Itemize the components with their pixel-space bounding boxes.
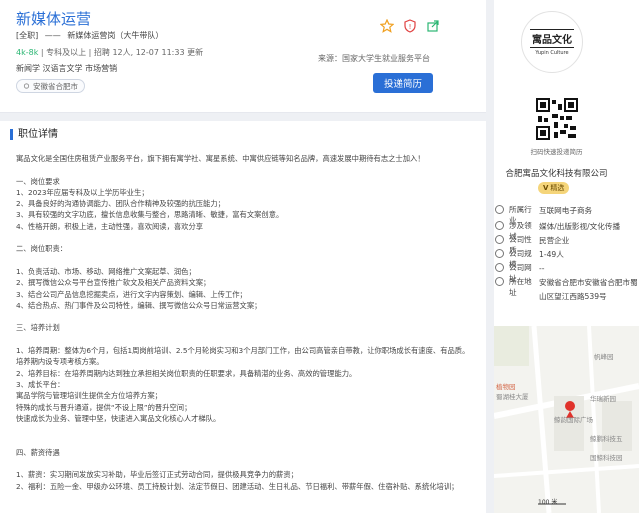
company-logo: 寓品文化 Yupin Culture	[521, 11, 583, 73]
map-label: 华瑞新园	[590, 395, 616, 403]
description-line: 4、结合热点、热门事件及公司特性，编辑、撰写微信公众号日常运营文案；	[16, 300, 262, 310]
logo-text-en: Yupin Culture	[535, 49, 569, 56]
job-source: 来源：国家大学生就业服务平台	[318, 54, 430, 63]
apply-button[interactable]: 投递简历	[373, 73, 433, 93]
description-line	[16, 232, 474, 243]
description-line	[16, 435, 474, 446]
description-line	[16, 458, 474, 469]
description-line: 1、培养周期：整体为6个月，包括1周岗前培训、2.5个月轮岗实习和3个月部门工作…	[16, 346, 470, 367]
description-line: 快速成长为业务、管理中坚，快速进入寓品文化核心人才梯队。	[16, 413, 221, 423]
address-icon	[494, 276, 505, 287]
industry-icon	[494, 204, 505, 215]
location-tag: 安徽省合肥市	[16, 79, 85, 93]
description-line: 寓品学院与管理培训生提供全方位培养方案；	[16, 391, 162, 401]
job-dept: 新媒体运营岗（大牛带队）	[67, 31, 164, 40]
report-icon[interactable]: !	[403, 18, 417, 33]
description-line: 4、性格开朗，积极上进，主动性强，喜欢阅读，喜欢分享	[16, 221, 204, 231]
description-line: 三、培养计划	[16, 323, 60, 333]
description-line: 3、成长平台：	[16, 379, 65, 389]
description-line	[16, 334, 474, 345]
qr-code-icon	[536, 98, 578, 140]
badge-text: 精选	[550, 184, 565, 192]
salary: 4k-8k	[16, 48, 39, 57]
map-label: 蜀湖桂大厦	[496, 393, 529, 401]
description-line: 寓品文化是全国住房租赁产业服务平台，旗下拥有寓学社、寓星系统、中寓供应链等知名品…	[16, 154, 425, 163]
description-line: 2、撰写微信公众号平台宣传推广软文及相关产品资料文案；	[16, 278, 211, 288]
description-line	[16, 164, 474, 175]
company-info-row: 所在地址 安徽省合肥市安徽省合肥市蜀山区望江西路539号	[494, 276, 639, 304]
description-line: 四、薪资待遇	[16, 447, 60, 457]
featured-badge: V 精选	[538, 182, 570, 194]
description-line: 3、结合公司产品信息挖掘卖点，进行文字内容策划、编辑、上传工作；	[16, 289, 247, 299]
description-line: 2、具备良好的沟通协调能力、团队合作精神及较强的抗压能力；	[16, 199, 225, 209]
job-meta: 4k-8k | 专科及以上 | 招聘 12人, 12-07 11:33 更新	[16, 47, 203, 58]
map-scale: 100 米	[538, 499, 558, 506]
star-icon[interactable]	[379, 18, 395, 33]
map-label: 鲸韵国际广场	[554, 416, 593, 424]
business-icon	[494, 220, 505, 231]
map-label: 帆峰园	[594, 353, 614, 361]
description-line: 特殊的成长与晋升通道，提供“不设上限”的晋升空间；	[16, 402, 192, 412]
svg-text:!: !	[409, 23, 412, 31]
job-meta-text: | 专科及以上 | 招聘 12人, 12-07 11:33 更新	[40, 48, 204, 57]
description-line	[16, 424, 474, 435]
v-icon: V	[543, 184, 549, 192]
description-line: 2、培养目标：在培养周期内达到独立承担相关岗位职责的任职要求，具备精湛的业务、高…	[16, 368, 357, 378]
job-description: 寓品文化是全国住房租赁产业服务平台，旗下拥有寓学社、寓星系统、中寓供应链等知名品…	[16, 153, 474, 492]
header-actions: !	[379, 18, 440, 33]
logo-text-cn: 寓品文化	[530, 28, 574, 48]
job-category: [全职] —— 新媒体运营岗（大牛带队）	[16, 30, 163, 41]
description-line	[16, 311, 474, 322]
map-label: 植物园	[496, 383, 516, 391]
company-name[interactable]: 合肥寓品文化科技有限公司	[494, 167, 619, 179]
nature-icon	[494, 234, 505, 245]
job-majors: 新闻学 汉语言文学 市场营销	[16, 64, 118, 73]
description-line: 1、2023年应届专科及以上学历毕业生；	[16, 187, 149, 197]
job-header: 新媒体运营 ! [全职] —— 新媒体运营岗（大牛带队） 4k-8k | 专科及…	[0, 0, 486, 113]
share-icon[interactable]	[426, 18, 440, 32]
map-label: 国鲸科技园	[590, 454, 623, 462]
company-sidebar: 寓品文化 Yupin Culture 扫码快速投递简历 合肥寓品文化科技有限公司…	[494, 0, 639, 513]
qr-caption: 扫码快速投递简历	[530, 148, 583, 156]
description-line: 2、福利：五险一金、甲级办公环境、员工持股计划、法定节假日、团建活动、生日礼品、…	[16, 481, 459, 491]
description-line: 二、岗位职责：	[16, 244, 68, 254]
job-title: 新媒体运营	[16, 10, 92, 28]
location-text: 安徽省合肥市	[33, 81, 78, 91]
info-value: 安徽省合肥市安徽省合肥市蜀山区望江西路539号	[539, 278, 638, 301]
description-line: 1、负责活动、市场、移动、网络推广文案起草、润色；	[16, 266, 196, 276]
description-line: 3、具有较强的文字功底，擅长信息收集与整合，思路清晰、敏捷，富有文案创意。	[16, 210, 284, 220]
location-pin-icon	[23, 82, 30, 90]
job-detail-panel: 职位详情 寓品文化是全国住房租赁产业服务平台，旗下拥有寓学社、寓星系统、中寓供应…	[0, 121, 486, 513]
map-label: 鲸鹏科技五	[590, 435, 623, 443]
info-label: 所在地址	[509, 277, 532, 297]
website-icon	[494, 262, 505, 273]
job-type-tag: [全职]	[16, 31, 39, 40]
section-title: 职位详情	[10, 129, 58, 140]
description-line	[16, 255, 474, 266]
description-line: 一、岗位要求	[16, 176, 60, 186]
separator: ——	[44, 31, 61, 40]
map-pin-icon	[565, 401, 575, 411]
scale-icon	[494, 248, 505, 259]
description-line: 1、薪资：实习期间发放实习补助，毕业后签订正式劳动合同，提供极具竞争力的薪资；	[16, 470, 298, 480]
company-map[interactable]: 帆峰园 植物园 蜀湖桂大厦 华瑞新园 鲸韵国际广场 鲸鹏科技五 国鲸科技园 10…	[494, 326, 639, 513]
